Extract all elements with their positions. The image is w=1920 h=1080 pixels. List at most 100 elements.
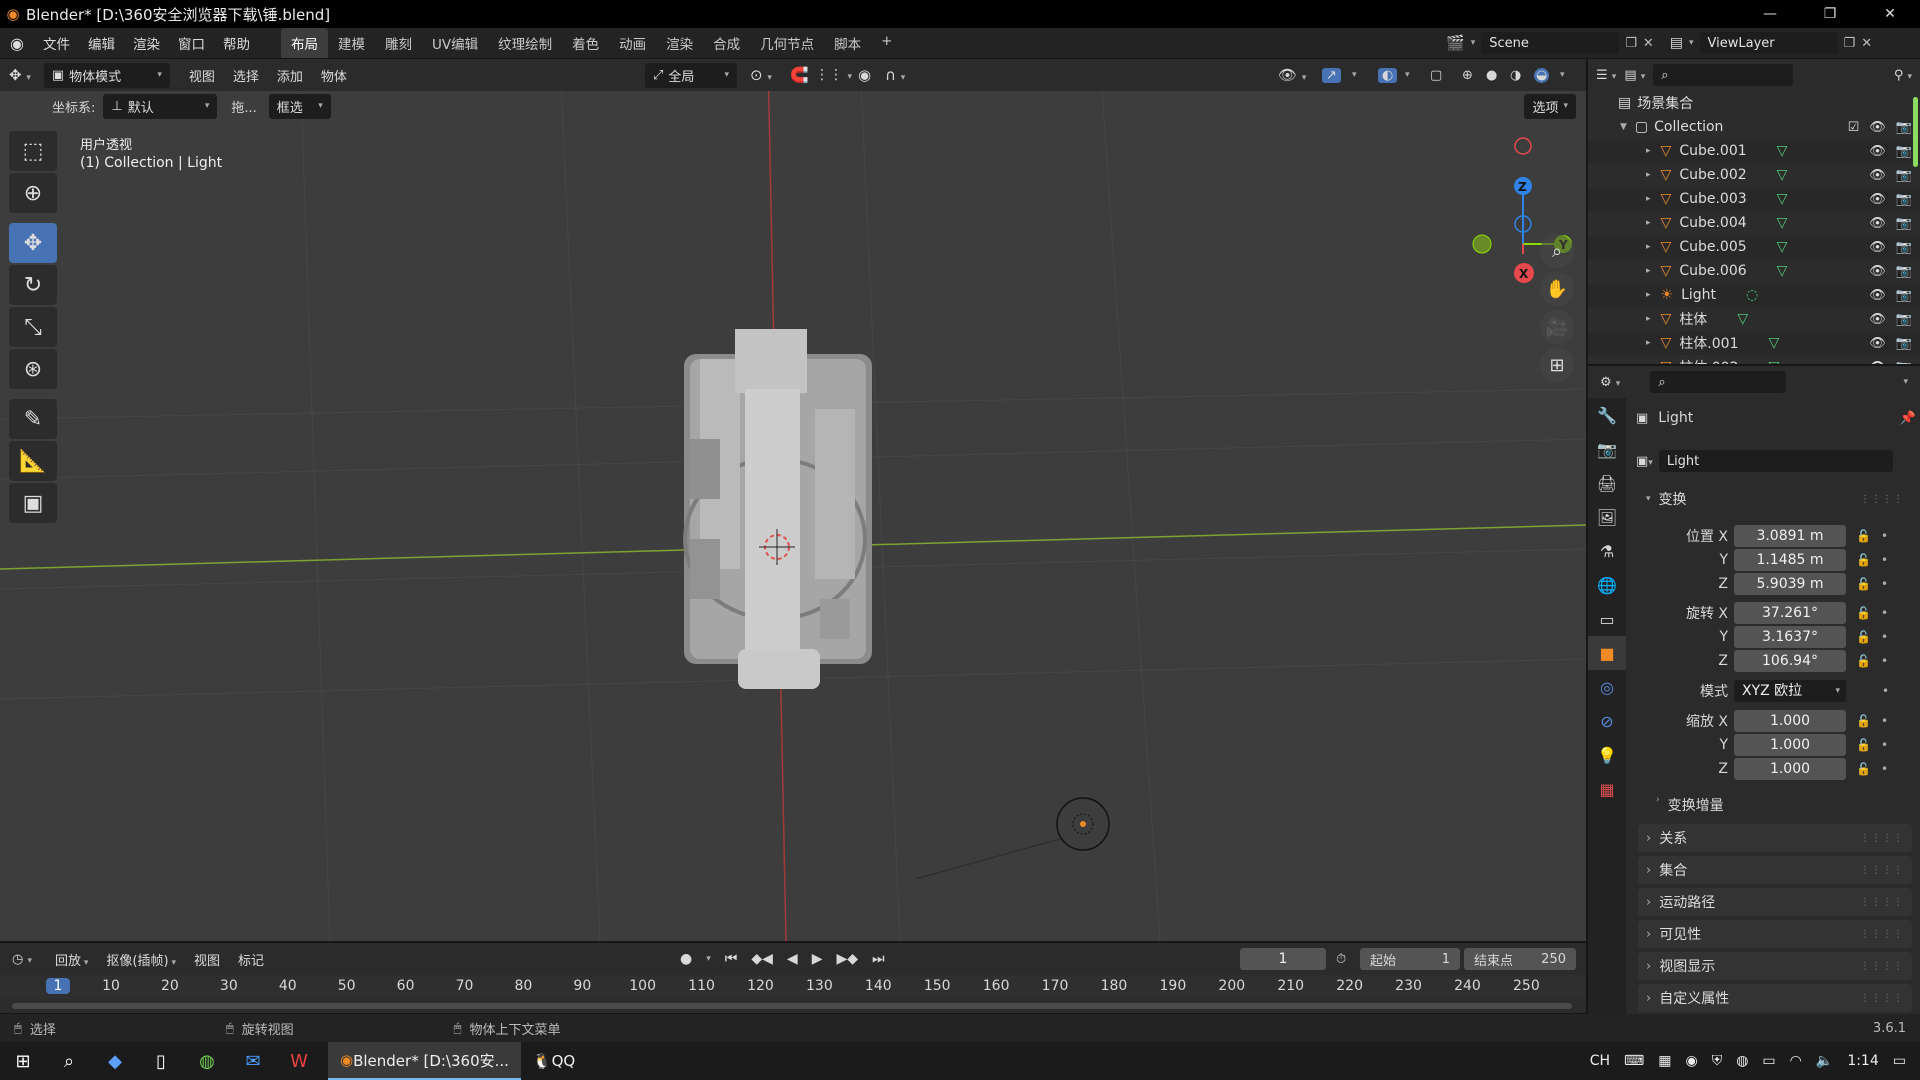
filter-icon[interactable]: ⚲ ▾ xyxy=(1894,68,1912,83)
collection-row[interactable]: ▼ ▢ Collection ☑ 👁 📷 xyxy=(1588,115,1920,139)
keyframe-dot-icon[interactable]: • xyxy=(1881,606,1888,620)
timeline-menu-item[interactable]: 视图 xyxy=(185,950,229,969)
view-layer-icon[interactable]: ▤ xyxy=(1670,35,1683,51)
object-name-field[interactable]: Light xyxy=(1658,450,1893,472)
lock-icon[interactable]: 🔓 xyxy=(1856,606,1871,620)
camera-icon[interactable]: 📷 xyxy=(1896,264,1912,279)
expand-arrow-icon[interactable]: ▸ xyxy=(1646,242,1651,252)
rendered-shading-icon[interactable]: ◒ xyxy=(1534,67,1550,83)
expand-arrow-icon[interactable]: ▸ xyxy=(1646,314,1651,324)
properties-section[interactable]: › 集合 ⋮⋮⋮⋮ xyxy=(1638,856,1912,884)
play-icon[interactable]: ▶ xyxy=(812,951,823,967)
lock-icon[interactable]: 🔓 xyxy=(1856,714,1871,728)
workspace-tab[interactable]: 布局 xyxy=(281,28,328,58)
checkbox-icon[interactable]: ☑ xyxy=(1848,120,1860,135)
mesh-data-icon[interactable]: ▽ xyxy=(1777,191,1788,207)
ai-app-icon[interactable]: ◆ xyxy=(92,1042,138,1080)
menu-item[interactable]: 帮助 xyxy=(214,33,259,53)
next-keyframe-icon[interactable]: ▶◆ xyxy=(836,951,858,967)
file-icon[interactable]: ▯ xyxy=(138,1042,184,1080)
outliner-item[interactable]: ▸ ☀ Light ◌ 👁 📷 xyxy=(1588,283,1920,307)
workspace-tab[interactable]: 建模 xyxy=(328,28,375,58)
restore-icon[interactable]: ❐ xyxy=(1800,0,1860,28)
outliner-scrollbar[interactable] xyxy=(1913,97,1918,167)
menu-item[interactable]: 渲染 xyxy=(124,33,169,53)
outliner-search-input[interactable]: ⌕ xyxy=(1653,64,1794,86)
transform-icon[interactable]: ⊛ xyxy=(9,349,57,389)
properties-section[interactable]: › 关系 ⋮⋮⋮⋮ xyxy=(1638,824,1912,852)
eye-icon[interactable]: 👁 xyxy=(1869,360,1886,365)
proportional-edit-icon[interactable]: ◉ xyxy=(858,66,871,84)
drag-grip-icon[interactable]: ⋮⋮⋮⋮ xyxy=(1860,865,1904,876)
properties-section[interactable]: › 视图显示 ⋮⋮⋮⋮ xyxy=(1638,952,1912,980)
properties-section[interactable]: › 可见性 ⋮⋮⋮⋮ xyxy=(1638,920,1912,948)
view-layer-field[interactable]: ViewLayer xyxy=(1699,32,1838,54)
mesh-data-icon[interactable]: ▽ xyxy=(1768,359,1779,364)
drag-grip-icon[interactable]: ⋮⋮⋮⋮ xyxy=(1860,897,1904,908)
options-dropdown[interactable]: 选项 ▾ xyxy=(1524,93,1576,119)
ime-indicator[interactable]: CH xyxy=(1590,1053,1610,1069)
pin-icon[interactable]: 📌 xyxy=(1900,411,1916,426)
falloff-icon[interactable]: ∩ ▾ xyxy=(885,66,905,84)
taskbar-app[interactable]: ◉ Blender* [D:\360安... xyxy=(328,1042,521,1080)
select-mode-dropdown[interactable]: 框选 ▾ xyxy=(268,93,331,119)
expand-arrow-icon[interactable]: ▸ xyxy=(1646,338,1651,348)
texture-tab-icon[interactable]: ▦ xyxy=(1588,772,1626,806)
input-method-icon[interactable]: ⌨ xyxy=(1624,1053,1644,1069)
eye-icon[interactable]: 👁 xyxy=(1869,336,1886,351)
delta-transform-subpanel[interactable]: › 变换增量 xyxy=(1656,795,1724,815)
viewport-menu-item[interactable]: 选择 xyxy=(224,66,268,85)
rotate-icon[interactable]: ↻ xyxy=(9,265,57,305)
transform-panel-header[interactable]: ▾ 变换 ⋮⋮⋮⋮ xyxy=(1638,485,1912,513)
wps-icon[interactable]: W xyxy=(276,1042,322,1080)
eye-icon[interactable]: 👁 xyxy=(1869,216,1886,231)
scene-collection-row[interactable]: ▤ 场景集合 xyxy=(1588,91,1920,115)
camera-icon[interactable]: 📷 xyxy=(1896,192,1912,207)
camera-icon[interactable]: 📷 xyxy=(1896,216,1912,231)
wireframe-shading-icon[interactable]: ⊕ xyxy=(1462,68,1473,83)
mesh-data-icon[interactable]: ▽ xyxy=(1777,239,1788,255)
workspace-tab[interactable]: 几何节点 xyxy=(750,28,824,58)
snap-target-icon[interactable]: ⋮⋮ ▾ xyxy=(815,67,852,83)
keyframe-dot-icon[interactable]: • xyxy=(1881,714,1888,728)
properties-section[interactable]: › 运动路径 ⋮⋮⋮⋮ xyxy=(1638,888,1912,916)
tray-browser-icon[interactable]: ◍ xyxy=(1736,1053,1748,1069)
camera-icon[interactable]: 📷 xyxy=(1896,312,1912,327)
expand-arrow-icon[interactable]: ▸ xyxy=(1646,362,1651,364)
snap-icon[interactable]: 🧲 xyxy=(790,66,809,84)
properties-section[interactable]: › 自定义属性 ⋮⋮⋮⋮ xyxy=(1638,984,1912,1012)
outliner-editor-icon[interactable]: ☰ ▾ xyxy=(1596,68,1616,83)
mesh-data-icon[interactable]: ▽ xyxy=(1777,263,1788,279)
overlay-toggle-icon[interactable]: ◐ xyxy=(1378,67,1398,83)
viewport-menu-item[interactable]: 视图 xyxy=(180,66,224,85)
eye-icon[interactable]: 👁 xyxy=(1869,312,1886,327)
camera-icon[interactable]: 📷 xyxy=(1896,240,1912,255)
outliner-item[interactable]: ▸ ▽ Cube.003 ▽ 👁 📷 xyxy=(1588,187,1920,211)
outliner-item[interactable]: ▸ ▽ Cube.001 ▽ 👁 📷 xyxy=(1588,139,1920,163)
new-view-layer-icon[interactable]: ❐ xyxy=(1844,36,1856,51)
workspace-tab[interactable]: UV编辑 xyxy=(422,28,488,58)
world-tab-icon[interactable]: 🌐 xyxy=(1588,568,1626,602)
timeline-menu-item[interactable]: 抠像(插帧) ▾ xyxy=(97,950,185,969)
scene-tab-icon[interactable]: ⚗ xyxy=(1588,534,1626,568)
search-icon[interactable]: ⌕ xyxy=(46,1042,92,1080)
rotation-y-field[interactable]: 3.1637° xyxy=(1734,626,1846,648)
expand-arrow-icon[interactable]: ▸ xyxy=(1646,170,1651,180)
eye-icon[interactable]: 👁 xyxy=(1869,144,1886,159)
workspace-tab[interactable]: + xyxy=(871,28,902,58)
eye-icon[interactable]: 👁 xyxy=(1869,264,1886,279)
prev-keyframe-icon[interactable]: ◆◀ xyxy=(751,951,773,967)
measure-icon[interactable]: 📐 xyxy=(9,441,57,481)
location-x-field[interactable]: 3.0891 m xyxy=(1734,525,1846,547)
eye-icon[interactable]: 👁 xyxy=(1869,168,1886,183)
timeline-menu-item[interactable]: 标记 xyxy=(229,950,273,969)
modifier-tab-icon[interactable]: ◎ xyxy=(1588,670,1626,704)
battery-icon[interactable]: ▭ xyxy=(1762,1053,1775,1069)
hammer-mesh[interactable] xyxy=(683,329,872,689)
camera-icon[interactable]: 📷 xyxy=(1896,336,1912,351)
lock-icon[interactable]: 🔓 xyxy=(1856,577,1871,591)
tray-qq-icon[interactable]: ◉ xyxy=(1685,1053,1697,1069)
eye-icon[interactable]: 👁 xyxy=(1869,288,1886,303)
mode-dropdown[interactable]: ▣ 物体模式 ▾ xyxy=(43,62,170,88)
lock-icon[interactable]: 🔓 xyxy=(1856,654,1871,668)
